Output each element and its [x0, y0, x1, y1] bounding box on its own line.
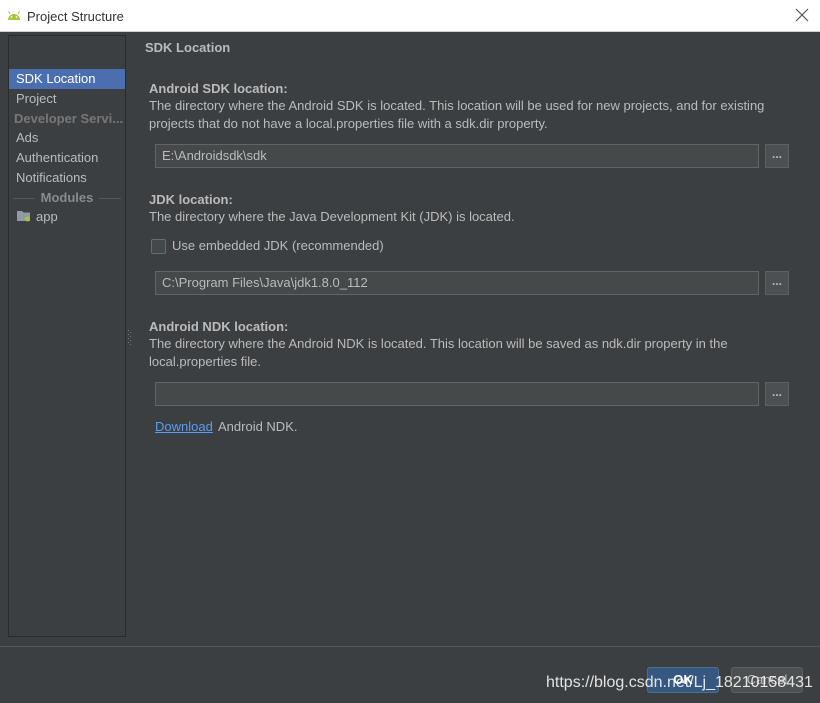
- sidebar-item-project[interactable]: Project: [9, 89, 125, 109]
- ndk-description-line1: The directory where the Android NDK is l…: [149, 336, 728, 351]
- modules-header: Modules: [9, 188, 125, 208]
- embedded-jdk-checkbox[interactable]: [151, 239, 166, 254]
- sidebar-item-authentication[interactable]: Authentication: [9, 148, 125, 168]
- jdk-path-field[interactable]: C:\Program Files\Java\jdk1.8.0_112: [155, 271, 759, 295]
- ndk-location-label: Android NDK location:: [149, 319, 289, 334]
- sdk-location-label: Android SDK location:: [149, 81, 288, 96]
- sdk-description-line1: The directory where the Android SDK is l…: [149, 98, 765, 113]
- watermark: https://blog.csdn.net/Lj_18210158431: [546, 674, 813, 691]
- ndk-path-field[interactable]: [155, 382, 759, 406]
- splitter-handle[interactable]: [128, 330, 131, 346]
- jdk-description: The directory where the Java Development…: [149, 209, 515, 224]
- embedded-jdk-label[interactable]: Use embedded JDK (recommended): [172, 238, 384, 253]
- sdk-path-field[interactable]: E:\Androidsdk\sdk: [155, 144, 759, 168]
- sdk-browse-button[interactable]: ...: [765, 144, 789, 168]
- sidebar-header-developer-services: Developer Servi...: [14, 111, 124, 126]
- sdk-description-line2: projects that do not have a local.proper…: [149, 116, 548, 131]
- title-bar: Project Structure: [0, 0, 820, 32]
- android-icon: [8, 11, 20, 20]
- close-icon[interactable]: [795, 8, 809, 22]
- jdk-location-label: JDK location:: [149, 192, 233, 207]
- page-title: SDK Location: [145, 40, 231, 55]
- download-ndk-text: Android NDK.: [218, 419, 298, 434]
- download-ndk-link[interactable]: Download: [155, 419, 213, 434]
- sidebar-item-app[interactable]: app: [29, 207, 119, 227]
- jdk-browse-button[interactable]: ...: [765, 271, 789, 295]
- footer-divider: [0, 646, 820, 647]
- ndk-description-line2: local.properties file.: [149, 354, 261, 369]
- sidebar-item-sdk-location[interactable]: SDK Location: [9, 69, 125, 89]
- sidebar-item-ads[interactable]: Ads: [9, 128, 125, 148]
- sidebar-item-notifications[interactable]: Notifications: [9, 168, 125, 188]
- ndk-browse-button[interactable]: ...: [765, 382, 789, 406]
- window-title: Project Structure: [27, 9, 124, 24]
